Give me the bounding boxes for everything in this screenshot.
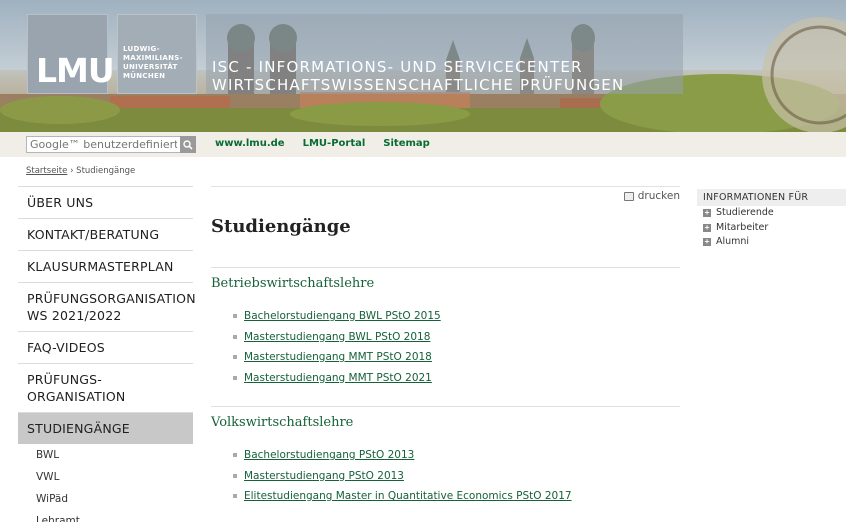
- program-link[interactable]: Masterstudiengang PStO 2013: [244, 470, 404, 482]
- list-item: Elitestudiengang Master in Quantitative …: [211, 486, 680, 507]
- nav-item-studiengaenge[interactable]: STUDIENGÄNGE: [18, 412, 193, 444]
- section-heading: Volkswirtschaftslehre: [211, 415, 354, 430]
- search-button[interactable]: [180, 136, 196, 153]
- breadcrumb: Startseite › Studiengänge: [0, 157, 846, 181]
- google-search: [26, 136, 196, 153]
- nav-item-pruefungs-organisation[interactable]: PRÜFUNGS-ORGANISATION: [18, 363, 193, 412]
- page-title: Studiengänge: [211, 216, 351, 237]
- expand-icon: +: [703, 208, 711, 218]
- subnav-item-bwl[interactable]: BWL: [18, 444, 193, 466]
- program-link[interactable]: Bachelorstudiengang BWL PStO 2015: [244, 310, 441, 322]
- expand-icon: +: [703, 237, 711, 247]
- lmu-logo[interactable]: LMU: [27, 14, 115, 94]
- info-item-mitarbeiter[interactable]: + Mitarbeiter: [697, 221, 846, 236]
- info-heading: INFORMATIONEN FÜR: [697, 189, 846, 206]
- university-line: LUDWIG-: [123, 45, 160, 53]
- lmu-logo-text: LMU: [36, 51, 115, 90]
- program-link[interactable]: Elitestudiengang Master in Quantitative …: [244, 490, 572, 502]
- nav-item-kontakt[interactable]: KONTAKT/BERATUNG: [18, 218, 193, 250]
- site-header: LMU LUDWIG- MAXIMILIANS- UNIVERSITÄT MÜN…: [0, 0, 846, 132]
- subnav-item-lehramt[interactable]: Lehramt: [18, 510, 193, 522]
- university-line: UNIVERSITÄT: [123, 63, 178, 71]
- program-link[interactable]: Masterstudiengang MMT PStO 2021: [244, 372, 432, 384]
- nav-item-klausurmasterplan[interactable]: KLAUSURMASTERPLAN: [18, 250, 193, 282]
- list-item: Masterstudiengang MMT PStO 2021: [211, 368, 680, 389]
- search-input[interactable]: [26, 136, 180, 153]
- print-label: drucken: [637, 190, 680, 202]
- link-lmu-de[interactable]: www.lmu.de: [215, 138, 285, 149]
- top-toolbar: www.lmu.de LMU-Portal Sitemap: [0, 132, 846, 157]
- section-heading: Betriebswirtschaftslehre: [211, 276, 375, 291]
- breadcrumb-home-link[interactable]: Startseite: [26, 166, 67, 176]
- section-vwl: Volkswirtschaftslehre Bachelorstudiengan…: [211, 406, 680, 507]
- nav-item-pruefungsorganisation-ws[interactable]: PRÜFUNGSORGANISATION WS 2021/2022: [18, 282, 196, 331]
- nav-item-faq-videos[interactable]: FAQ-VIDEOS: [18, 331, 193, 363]
- breadcrumb-trail: Startseite › Studiengänge: [26, 166, 135, 176]
- nav-item-ueber-uns[interactable]: ÜBER UNS: [18, 186, 193, 218]
- list-item: Bachelorstudiengang BWL PStO 2015: [211, 306, 680, 327]
- list-item: Bachelorstudiengang PStO 2013: [211, 445, 680, 466]
- print-link[interactable]: drucken: [623, 190, 680, 202]
- expand-icon: +: [703, 222, 711, 232]
- content-divider: [211, 186, 680, 187]
- subnav-item-wipaed[interactable]: WiPäd: [18, 488, 193, 510]
- list-item: Masterstudiengang PStO 2013: [211, 466, 680, 487]
- search-icon: [183, 139, 193, 150]
- link-lmu-portal[interactable]: LMU-Portal: [303, 138, 366, 149]
- site-title-line-1: ISC - INFORMATIONS- UND SERVICECENTER: [212, 58, 583, 76]
- site-title-block: ISC - INFORMATIONS- UND SERVICECENTER WI…: [206, 14, 683, 94]
- link-sitemap[interactable]: Sitemap: [383, 138, 430, 149]
- breadcrumb-separator: ›: [70, 166, 74, 176]
- list-item: Masterstudiengang BWL PStO 2018: [211, 327, 680, 348]
- program-link[interactable]: Bachelorstudiengang PStO 2013: [244, 449, 414, 461]
- info-item-label: Studierende: [716, 207, 774, 219]
- info-item-studierende[interactable]: + Studierende: [697, 206, 846, 221]
- program-link[interactable]: Masterstudiengang BWL PStO 2018: [244, 331, 430, 343]
- breadcrumb-current: Studiengänge: [76, 166, 136, 176]
- list-item: Masterstudiengang MMT PStO 2018: [211, 347, 680, 368]
- top-links: www.lmu.de LMU-Portal Sitemap: [215, 138, 430, 149]
- program-list: Bachelorstudiengang BWL PStO 2015 Master…: [211, 306, 680, 388]
- university-name-block: LUDWIG- MAXIMILIANS- UNIVERSITÄT MÜNCHEN: [117, 14, 197, 94]
- site-title-line-2: WIRTSCHAFTSWISSENSCHAFTLICHE PRÜFUNGEN: [212, 76, 625, 94]
- section-bwl: Betriebswirtschaftslehre Bachelorstudien…: [211, 267, 680, 388]
- info-item-label: Alumni: [716, 236, 750, 248]
- university-line: MÜNCHEN: [123, 72, 166, 80]
- university-line: MAXIMILIANS-: [123, 54, 183, 62]
- info-item-label: Mitarbeiter: [716, 221, 769, 233]
- subnav-item-vwl[interactable]: VWL: [18, 466, 193, 488]
- info-item-alumni[interactable]: + Alumni: [697, 235, 846, 250]
- program-list: Bachelorstudiengang PStO 2013 Masterstud…: [211, 445, 680, 507]
- printer-icon: [623, 191, 634, 201]
- info-box: INFORMATIONEN FÜR + Studierende + Mitarb…: [697, 189, 846, 250]
- sidebar-nav: ÜBER UNS KONTAKT/BERATUNG KLAUSURMASTERP…: [18, 186, 196, 522]
- program-link[interactable]: Masterstudiengang MMT PStO 2018: [244, 351, 432, 363]
